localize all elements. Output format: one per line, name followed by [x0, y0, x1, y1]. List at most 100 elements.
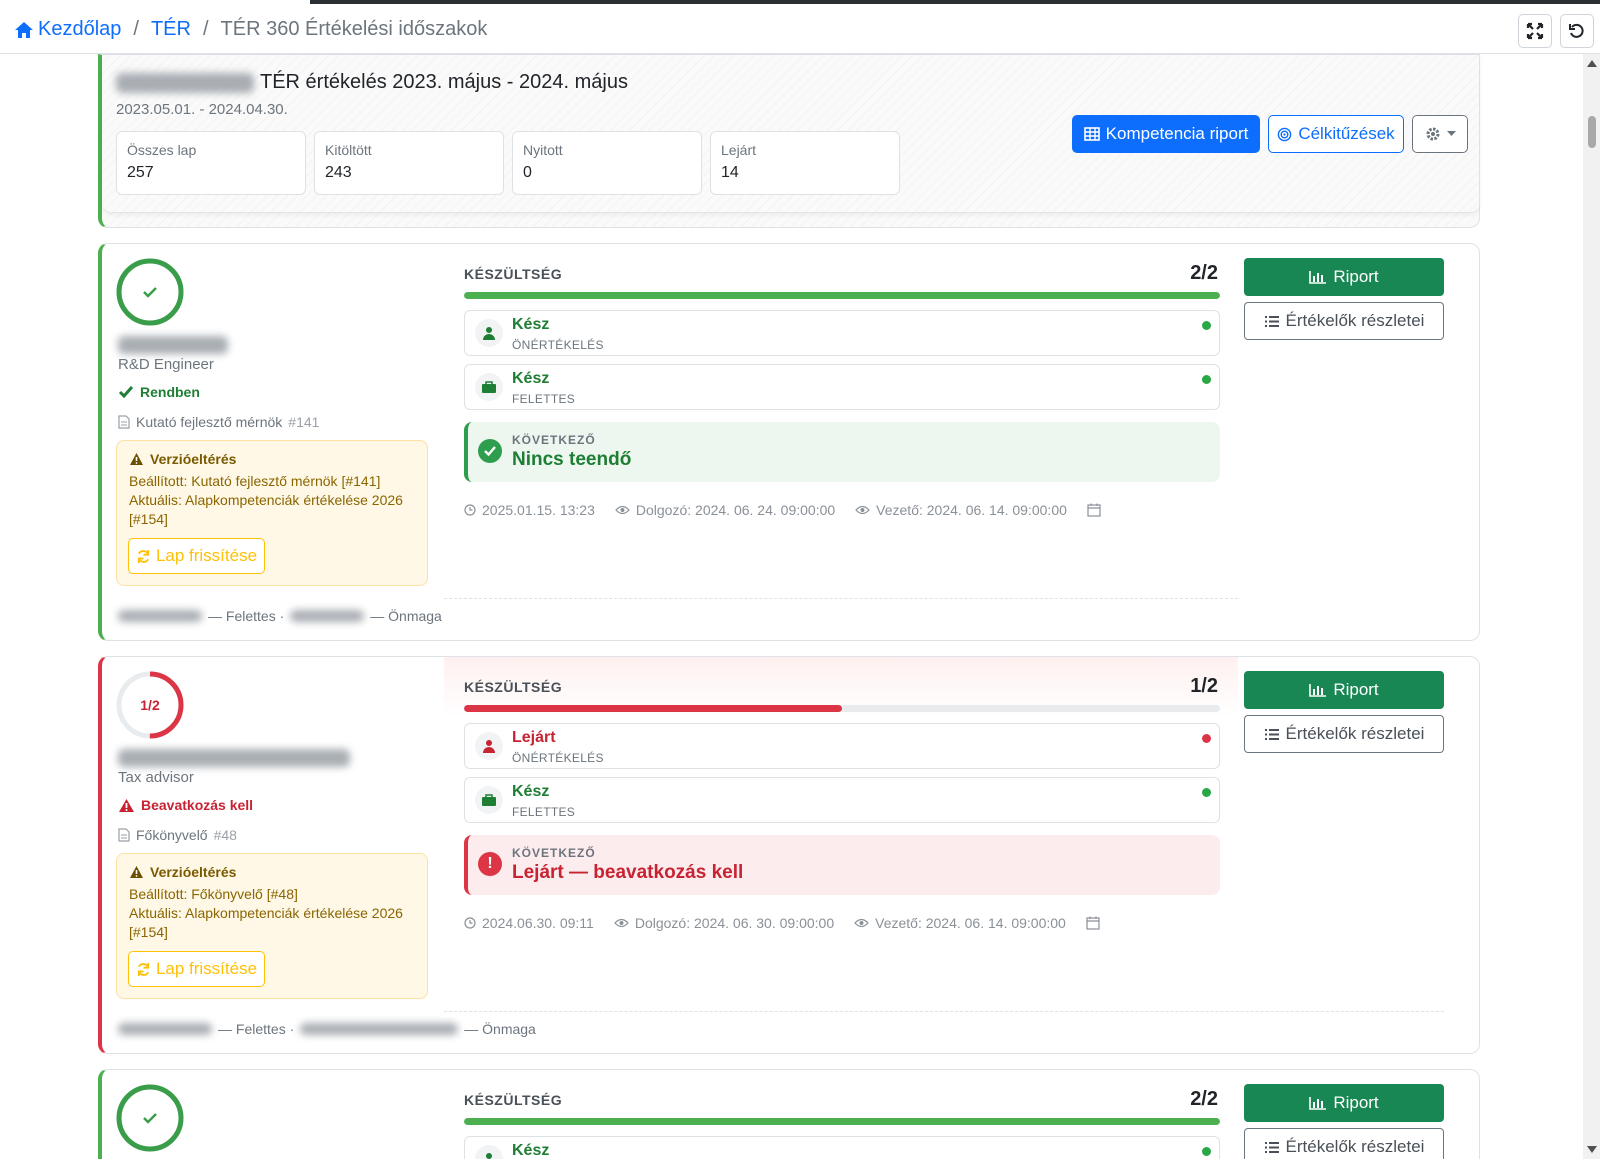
refresh-sheet-button[interactable]: Lap frissítése [128, 538, 265, 574]
progress-ring [116, 1084, 184, 1152]
clock-icon [464, 504, 476, 516]
refresh-label: Lap frissítése [155, 546, 258, 565]
sheet-number: #141 [288, 414, 320, 430]
report-button[interactable]: Riport [1244, 671, 1444, 709]
status-text: Beavatkozás kell [141, 797, 254, 813]
calendar-icon[interactable] [1086, 916, 1100, 930]
meta-updated: 2025.01.15. 13:23 [482, 502, 595, 518]
warning-icon [130, 453, 143, 465]
status-dot [1202, 321, 1211, 330]
report-button[interactable]: Riport [1244, 258, 1444, 296]
eye-icon [615, 505, 630, 515]
blurred-supervisor-name [118, 1023, 212, 1035]
blurred-self-name [290, 610, 365, 622]
evaluators-details-button[interactable]: Értékelők részletei [1244, 715, 1444, 753]
warning-current: Aktuális: Alapkompetenciák értékelése 20… [129, 905, 403, 940]
document-icon [118, 415, 130, 429]
refresh-label: Lap frissítése [155, 959, 258, 978]
refresh-icon [137, 962, 150, 976]
competency-report-label: Kompetencia riport [1105, 124, 1249, 143]
check-icon [143, 287, 157, 298]
scroll-up-arrow[interactable] [1587, 60, 1597, 67]
stat-open: Nyitott 0 [512, 131, 702, 195]
breadcrumb-ter[interactable]: TÉR [151, 18, 191, 41]
list-icon [1264, 315, 1279, 327]
card-divider [444, 1011, 1444, 1012]
user-icon [486, 1153, 492, 1159]
stat-value: 257 [127, 164, 154, 181]
evaluators-details-button[interactable]: Értékelők részletei [1244, 1128, 1444, 1159]
scroll-thumb[interactable] [1588, 116, 1596, 148]
readiness-count: 2/2 [1190, 262, 1218, 284]
reload-button[interactable] [1560, 14, 1594, 48]
competency-report-button[interactable]: Kompetencia riport [1072, 115, 1260, 153]
period-dates: 2023.05.01. - 2024.04.30. [116, 101, 288, 118]
breadcrumb-separator: / [133, 18, 139, 40]
readiness-count: 2/2 [1190, 1088, 1218, 1110]
status-text: Rendben [140, 384, 200, 400]
stat-value: 14 [721, 164, 739, 181]
step-self-evaluation: Kész ÖNÉRTÉKELÉS [464, 310, 1220, 356]
next-action-box: ! KÖVETKEZŐ Lejárt — beavatkozás kell [464, 835, 1220, 895]
footer-self-label: — Önmaga [464, 1021, 536, 1037]
step-type: ÖNÉRTÉKELÉS [512, 751, 604, 765]
readiness-progress-bar [464, 292, 1220, 299]
ring-text: 1/2 [140, 697, 160, 713]
report-button[interactable]: Riport [1244, 1084, 1444, 1122]
evaluation-card: R&D Engineer Rendben Kutató fejlesztő mé… [98, 243, 1480, 641]
next-action-box: KÖVETKEZŐ Nincs teendő [464, 422, 1220, 482]
settings-dropdown-button[interactable] [1412, 115, 1468, 153]
calendar-icon[interactable] [1087, 503, 1101, 517]
home-icon [15, 21, 33, 38]
target-icon [1278, 127, 1292, 141]
scrollbar[interactable] [1583, 54, 1600, 1159]
stat-label: Kitöltött [325, 142, 372, 158]
step-status: Kész [512, 316, 550, 333]
footer-self-label: — Önmaga [370, 608, 442, 624]
eye-icon [855, 505, 870, 515]
eye-icon [614, 918, 629, 928]
meta-employee: Dolgozó: 2024. 06. 30. 09:00:00 [634, 915, 835, 931]
breadcrumb-current: TÉR 360 Értékelési időszakok [220, 18, 488, 40]
step-self-evaluation: Lejárt ÖNÉRTÉKELÉS [464, 723, 1220, 769]
card-divider [444, 598, 1238, 599]
next-value: Nincs teendő [512, 449, 632, 470]
step-supervisor: Kész FELETTES [464, 364, 1220, 410]
blurred-person-name [118, 336, 228, 354]
readiness-count: 1/2 [1190, 675, 1218, 697]
status-ok: Rendben [118, 384, 200, 400]
evaluators-details-label: Értékelők részletei [1285, 311, 1425, 330]
step-type: FELETTES [512, 392, 576, 406]
progress-ring: 1/2 [116, 671, 184, 739]
readiness-progress-bar [464, 1118, 1220, 1125]
check-circle-icon [478, 439, 502, 463]
step-supervisor: Kész FELETTES [464, 777, 1220, 823]
undo-icon [1569, 23, 1584, 38]
period-title: TÉR értékelés 2023. május - 2024. május [116, 71, 628, 94]
blurred-supervisor-name [118, 610, 202, 622]
sheet-info: Főkönyvelő #48 [118, 827, 237, 843]
next-label: KÖVETKEZŐ [512, 846, 596, 860]
report-label: Riport [1333, 680, 1379, 699]
next-label: KÖVETKEZŐ [512, 433, 596, 447]
step-status: Kész [512, 1142, 550, 1159]
step-status: Kész [512, 783, 550, 800]
breadcrumb-separator: / [202, 18, 209, 40]
meta-manager: Vezető: 2024. 06. 14. 09:00:00 [876, 502, 1067, 518]
report-label: Riport [1333, 1093, 1379, 1112]
readiness-label: KÉSZÜLTSÉG [464, 266, 563, 282]
refresh-sheet-button[interactable]: Lap frissítése [128, 951, 265, 987]
breadcrumb-home[interactable]: Kezdőlap [14, 18, 121, 41]
readiness-label: KÉSZÜLTSÉG [464, 679, 563, 695]
status-intervention: Beavatkozás kell [118, 797, 253, 813]
step-type: ÖNÉRTÉKELÉS [512, 338, 604, 352]
eye-icon [854, 918, 869, 928]
sheet-info: Kutató fejlesztő mérnök #141 [118, 414, 319, 430]
goals-button[interactable]: Célkitűzések [1268, 115, 1404, 153]
list-icon [1264, 1141, 1279, 1153]
exclamation-circle-icon: ! [478, 852, 502, 876]
evaluators-details-button[interactable]: Értékelők részletei [1244, 302, 1444, 340]
scroll-down-arrow[interactable] [1587, 1146, 1597, 1153]
fullscreen-button[interactable] [1518, 14, 1552, 48]
period-panel: TÉR értékelés 2023. május - 2024. május … [98, 54, 1480, 228]
